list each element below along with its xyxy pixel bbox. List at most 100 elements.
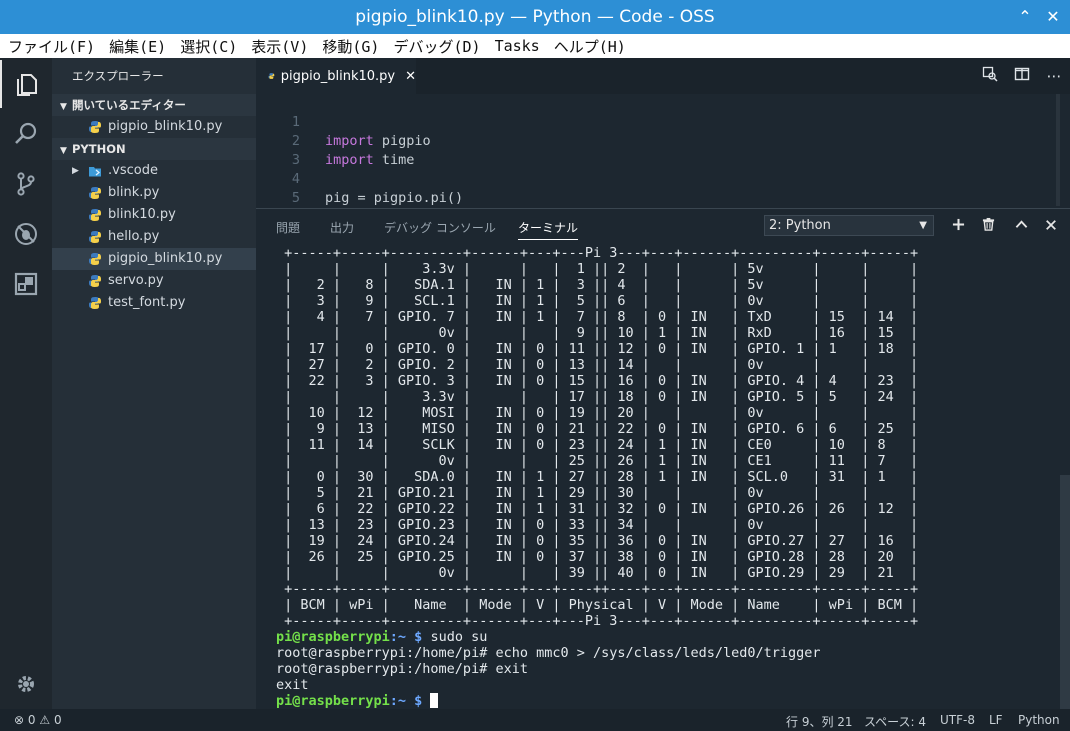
window-titlebar: pigpio_blink10.py — Python — Code - OSS … bbox=[0, 0, 1070, 34]
open-editor-item[interactable]: pigpio_blink10.py bbox=[52, 116, 256, 138]
menu-file[interactable]: ファイル(F) bbox=[8, 36, 95, 57]
open-changes-button[interactable] bbox=[974, 66, 1006, 86]
tab-problems[interactable]: 問題 bbox=[276, 219, 300, 236]
file-name: test_font.py bbox=[108, 295, 186, 310]
open-editors-header[interactable]: ▼ 開いているエディター bbox=[52, 94, 256, 116]
problems-status[interactable]: ⊗ 0 ⚠ 0 bbox=[14, 713, 62, 727]
terminal-line: | 13 | 23 | GPIO.23 | IN | 0 | 33 || 34 … bbox=[276, 517, 919, 533]
menu-go[interactable]: 移動(G) bbox=[322, 36, 379, 57]
file-item[interactable]: test_font.py bbox=[52, 292, 256, 314]
python-file-icon bbox=[89, 297, 101, 309]
terminal-line: | 0 | 30 | SDA.0 | IN | 1 | 27 || 28 | 1… bbox=[276, 469, 919, 485]
terminal-output[interactable]: +-----+-----+---------+------+---+---Pi … bbox=[276, 245, 1056, 709]
code-text: pig = pigpio.pi() bbox=[325, 190, 464, 206]
folder-header[interactable]: ▼ PYTHON bbox=[52, 138, 256, 160]
manage-button[interactable] bbox=[0, 660, 52, 708]
terminal-line: | BCM | wPi | Name | Mode | V | Physical… bbox=[276, 597, 919, 613]
terminal-line: root@raspberrypi:/home/pi# echo mmc0 > /… bbox=[276, 645, 821, 661]
terminal-line: | 5 | 21 | GPIO.21 | IN | 1 | 29 || 30 |… bbox=[276, 485, 919, 501]
tab-terminal[interactable]: ターミナル bbox=[518, 219, 579, 240]
chevron-down-icon: ▼ bbox=[60, 146, 67, 156]
cursor-position[interactable]: 行 9、列 21 bbox=[786, 713, 853, 730]
minimize-button[interactable]: ⌃ bbox=[1014, 6, 1036, 28]
source-control-button[interactable] bbox=[0, 160, 52, 208]
folder-label: PYTHON bbox=[72, 142, 126, 156]
menu-selection[interactable]: 選択(C) bbox=[180, 36, 237, 57]
python-file-icon bbox=[89, 253, 101, 265]
file-item-active[interactable]: pigpio_blink10.py bbox=[52, 248, 256, 270]
debug-button[interactable] bbox=[0, 210, 52, 258]
editor-scrollbar[interactable] bbox=[1056, 94, 1060, 206]
search-icon bbox=[15, 122, 37, 144]
trash-icon bbox=[982, 217, 994, 231]
tab-debug-console[interactable]: デバッグ コンソール bbox=[384, 219, 496, 236]
python-file-icon bbox=[89, 275, 101, 287]
warning-icon: ⚠ bbox=[39, 713, 51, 727]
python-file-icon bbox=[89, 231, 101, 243]
file-name: servo.py bbox=[108, 273, 164, 288]
menu-help[interactable]: ヘルプ(H) bbox=[554, 36, 626, 57]
split-editor-button[interactable] bbox=[1006, 66, 1038, 86]
folder-item-vscode[interactable]: ▶ .vscode bbox=[52, 160, 256, 182]
warning-count: 0 bbox=[53, 713, 62, 727]
chevron-down-icon: ▼ bbox=[919, 220, 927, 231]
maximize-panel-button[interactable] bbox=[1010, 215, 1032, 237]
terminal-line: | | | 0v | | | 39 || 40 | 0 | IN | GPIO.… bbox=[276, 565, 919, 581]
close-window-button[interactable]: ✕ bbox=[1042, 6, 1064, 28]
chevron-right-icon: ▶ bbox=[72, 166, 79, 176]
extensions-icon bbox=[14, 272, 38, 296]
terminal-line: | 26 | 25 | GPIO.25 | IN | 0 | 37 || 38 … bbox=[276, 549, 919, 565]
terminal-line: | | | 0v | | | 25 || 26 | 1 | IN | CE1 |… bbox=[276, 453, 919, 469]
file-item[interactable]: blink.py bbox=[52, 182, 256, 204]
indentation-status[interactable]: スペース: 4 bbox=[864, 713, 926, 730]
terminal-line: | 17 | 0 | GPIO. 0 | IN | 0 | 11 || 12 |… bbox=[276, 341, 919, 357]
explorer-title: エクスプローラー bbox=[72, 69, 164, 83]
file-item[interactable]: hello.py bbox=[52, 226, 256, 248]
tab-output[interactable]: 出力 bbox=[330, 219, 354, 236]
encoding-status[interactable]: UTF-8 bbox=[940, 713, 975, 727]
code-line: 3 bbox=[256, 132, 305, 168]
menu-view[interactable]: 表示(V) bbox=[251, 36, 308, 57]
bottom-panel: 問題 出力 デバッグ コンソール ターミナル 2: Python ▼ +----… bbox=[256, 208, 1070, 710]
activity-bar bbox=[0, 58, 52, 709]
more-actions-button[interactable]: ⋯ bbox=[1038, 67, 1070, 85]
code-text: import pigpio bbox=[325, 133, 431, 149]
menu-tasks[interactable]: Tasks bbox=[495, 37, 540, 55]
terminal-prompt-line: pi@raspberrypi:~ $ bbox=[276, 693, 439, 709]
file-item[interactable]: blink10.py bbox=[52, 204, 256, 226]
ellipsis-icon: ⋯ bbox=[1046, 67, 1062, 85]
terminal-line: | 22 | 3 | GPIO. 3 | IN | 0 | 15 || 16 |… bbox=[276, 373, 919, 389]
open-editor-name: pigpio_blink10.py bbox=[108, 119, 223, 134]
file-name: pigpio_blink10.py bbox=[108, 251, 223, 266]
eol-status[interactable]: LF bbox=[989, 713, 1003, 727]
terminal-line: | 10 | 12 | MOSI | IN | 0 | 19 || 20 | |… bbox=[276, 405, 919, 421]
terminal-line: +-----+-----+---------+------+---+---Pi … bbox=[276, 613, 919, 629]
close-panel-button[interactable] bbox=[1040, 215, 1062, 237]
editor-tab[interactable]: pigpio_blink10.py ✕ bbox=[256, 58, 416, 94]
python-file-icon bbox=[89, 187, 101, 199]
terminal-selector[interactable]: 2: Python ▼ bbox=[764, 215, 934, 236]
language-status[interactable]: Python bbox=[1018, 713, 1060, 727]
error-icon: ⊗ bbox=[14, 713, 25, 727]
tab-close-button[interactable]: ✕ bbox=[405, 69, 416, 84]
bug-icon bbox=[15, 223, 37, 245]
terminal-line: | 4 | 7 | GPIO. 7 | IN | 1 | 7 || 8 | 0 … bbox=[276, 309, 919, 325]
menu-debug[interactable]: デバッグ(D) bbox=[393, 36, 480, 57]
editor-tab-label: pigpio_blink10.py bbox=[280, 68, 396, 84]
kill-terminal-button[interactable] bbox=[977, 215, 999, 237]
terminal-line: | | | 0v | | | 9 || 10 | 1 | IN | RxD | … bbox=[276, 325, 919, 341]
extensions-button[interactable] bbox=[0, 260, 52, 308]
vscode-folder-icon bbox=[89, 167, 101, 177]
code-editor[interactable]: 1 import pigpio 2 import time 3 4 pig = … bbox=[256, 94, 1070, 225]
editor-actions: ⋯ bbox=[974, 58, 1070, 94]
file-item[interactable]: servo.py bbox=[52, 270, 256, 292]
new-terminal-button[interactable] bbox=[947, 215, 969, 237]
terminal-cursor bbox=[430, 693, 439, 708]
terminal-selector-value: 2: Python bbox=[769, 218, 831, 233]
terminal-line: | 27 | 2 | GPIO. 2 | IN | 0 | 13 || 14 |… bbox=[276, 357, 919, 373]
explorer-button[interactable] bbox=[0, 60, 52, 108]
search-button[interactable] bbox=[0, 110, 52, 158]
menu-edit[interactable]: 編集(E) bbox=[109, 36, 166, 57]
terminal-scrollbar[interactable] bbox=[1060, 475, 1070, 710]
terminal-line: +-----+-----+---------+------+---+----++… bbox=[276, 581, 919, 597]
